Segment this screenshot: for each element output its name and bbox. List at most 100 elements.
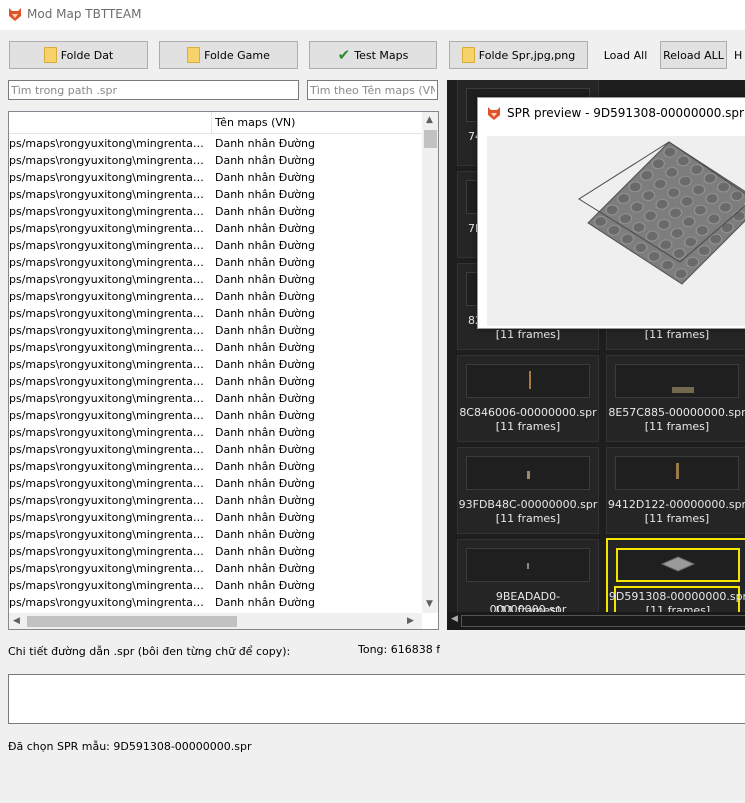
map-name-cell: Danh nhân Đường bbox=[215, 239, 315, 252]
spr-thumbnail-card[interactable]: 93FDB48C-00000000.spr [11 frames] bbox=[457, 447, 599, 534]
spr-path-cell: ps/maps\rongyuxitong\mingrentan... bbox=[9, 154, 209, 167]
map-name-cell: Danh nhân Đường bbox=[215, 324, 315, 337]
spr-path-cell: ps/maps\rongyuxitong\mingrentan... bbox=[9, 222, 209, 235]
list-row[interactable]: ps/maps\rongyuxitong\mingrentan... Danh n… bbox=[9, 203, 422, 220]
reload-all-label: Reload ALL bbox=[663, 48, 724, 62]
scroll-left-icon[interactable]: ◀ bbox=[451, 614, 458, 624]
spr-frame-count: [11 frames] bbox=[495, 512, 561, 525]
spr-path-cell: ps/maps\rongyuxitong\mingrentan... bbox=[9, 545, 209, 558]
list-row[interactable]: ps/maps\rongyuxitong\mingrentan... Danh n… bbox=[9, 526, 422, 543]
map-name-search-input[interactable] bbox=[307, 80, 438, 100]
list-row[interactable]: ps/maps\rongyuxitong\mingrentan... Danh n… bbox=[9, 169, 422, 186]
detail-path-textbox[interactable] bbox=[8, 674, 745, 724]
grid-horizontal-scrollbar[interactable]: ◀ bbox=[447, 612, 745, 630]
horizontal-scrollbar[interactable]: ◀ ▶ bbox=[9, 613, 422, 629]
folder-icon bbox=[43, 47, 57, 63]
column-divider[interactable] bbox=[211, 112, 212, 134]
list-row[interactable]: ps/maps\rongyuxitong\mingrentan... Danh n… bbox=[9, 339, 422, 356]
path-search-input[interactable] bbox=[8, 80, 299, 100]
scroll-right-icon[interactable]: ▶ bbox=[407, 616, 414, 626]
scrollbar-thumb[interactable] bbox=[27, 616, 237, 627]
spr-list[interactable]: Tên maps (VN) ps/maps\rongyuxitong\mingr… bbox=[8, 111, 439, 630]
list-row[interactable]: ps/maps\rongyuxitong\mingrentan... Danh n… bbox=[9, 560, 422, 577]
list-row[interactable]: ps/maps\rongyuxitong\mingrentan... Danh n… bbox=[9, 407, 422, 424]
map-name-cell: Danh nhân Đường bbox=[215, 494, 315, 507]
spr-path-cell: ps/maps\rongyuxitong\mingrentan... bbox=[9, 562, 209, 575]
list-row[interactable]: ps/maps\rongyuxitong\mingrentan... Danh n… bbox=[9, 135, 422, 152]
app-fox-icon bbox=[9, 8, 21, 21]
list-row[interactable]: ps/maps\rongyuxitong\mingrentan... Danh n… bbox=[9, 492, 422, 509]
map-name-cell: Danh nhân Đường bbox=[215, 358, 315, 371]
map-name-cell: Danh nhân Đường bbox=[215, 375, 315, 388]
map-name-cell: Danh nhân Đường bbox=[215, 579, 315, 592]
map-name-cell: Danh nhân Đường bbox=[215, 460, 315, 473]
list-row[interactable]: ps/maps\rongyuxitong\mingrentan... Danh n… bbox=[9, 373, 422, 390]
list-row[interactable]: ps/maps\rongyuxitong\mingrentan... Danh n… bbox=[9, 271, 422, 288]
test-maps-label: Test Maps bbox=[354, 48, 409, 62]
map-name-cell: Danh nhân Đường bbox=[215, 426, 315, 439]
column-header-map-name[interactable]: Tên maps (VN) bbox=[215, 116, 295, 129]
map-name-cell: Danh nhân Đường bbox=[215, 545, 315, 558]
map-name-cell: Danh nhân Đường bbox=[215, 273, 315, 286]
list-row[interactable]: ps/maps\rongyuxitong\mingrentan... Danh n… bbox=[9, 458, 422, 475]
scroll-down-icon[interactable]: ▼ bbox=[426, 599, 433, 609]
spr-preview-window[interactable]: SPR preview - 9D591308-00000000.spr bbox=[477, 97, 745, 329]
spr-thumbnail bbox=[466, 548, 590, 582]
spr-thumbnail bbox=[615, 456, 739, 490]
vertical-scrollbar[interactable]: ▲ ▼ bbox=[422, 112, 438, 613]
list-row[interactable]: ps/maps\rongyuxitong\mingrentan... Danh n… bbox=[9, 594, 422, 611]
folde-game-button[interactable]: Folde Game bbox=[159, 41, 298, 69]
spr-path-cell: ps/maps\rongyuxitong\mingrentan... bbox=[9, 171, 209, 184]
map-name-cell: Danh nhân Đường bbox=[215, 222, 315, 235]
list-row[interactable]: ps/maps\rongyuxitong\mingrentan... Danh n… bbox=[9, 305, 422, 322]
list-row[interactable]: ps/maps\rongyuxitong\mingrentan... Danh n… bbox=[9, 254, 422, 271]
spr-filename: 93FDB48C-00000000.spr bbox=[458, 498, 598, 511]
test-maps-button[interactable]: ✔ Test Maps bbox=[309, 41, 437, 69]
map-name-cell: Danh nhân Đường bbox=[215, 205, 315, 218]
list-row[interactable]: ps/maps\rongyuxitong\mingrentan... Danh n… bbox=[9, 322, 422, 339]
folde-dat-button[interactable]: Folde Dat bbox=[9, 41, 148, 69]
folder-icon bbox=[461, 47, 475, 63]
spr-frame-count: [11 frames] bbox=[495, 328, 561, 341]
list-row[interactable]: ps/maps\rongyuxitong\mingrentan... Danh n… bbox=[9, 288, 422, 305]
list-row[interactable]: ps/maps\rongyuxitong\mingrentan... Danh n… bbox=[9, 390, 422, 407]
list-row[interactable]: ps/maps\rongyuxitong\mingrentan... Danh n… bbox=[9, 152, 422, 169]
help-label: H bbox=[734, 48, 743, 62]
map-name-cell: Danh nhân Đường bbox=[215, 307, 315, 320]
list-row[interactable]: ps/maps\rongyuxitong\mingrentan... Danh n… bbox=[9, 237, 422, 254]
list-row[interactable]: ps/maps\rongyuxitong\mingrentan... Danh n… bbox=[9, 220, 422, 237]
list-row[interactable]: ps/maps\rongyuxitong\mingrentan... Danh n… bbox=[9, 356, 422, 373]
spr-path-cell: ps/maps\rongyuxitong\mingrentan... bbox=[9, 358, 209, 371]
list-row[interactable]: ps/maps\rongyuxitong\mingrentan... Danh n… bbox=[9, 577, 422, 594]
spr-path-cell: ps/maps\rongyuxitong\mingrentan... bbox=[9, 239, 209, 252]
list-row[interactable]: ps/maps\rongyuxitong\mingrentan... Danh n… bbox=[9, 543, 422, 560]
list-row[interactable]: ps/maps\rongyuxitong\mingrentan... Danh n… bbox=[9, 186, 422, 203]
spr-thumbnail-card[interactable]: 9412D122-00000000.spr [11 frames] bbox=[606, 447, 745, 534]
scroll-left-icon[interactable]: ◀ bbox=[13, 616, 20, 626]
scrollbar-thumb[interactable] bbox=[461, 615, 745, 627]
map-name-cell: Danh nhân Đường bbox=[215, 392, 315, 405]
map-name-cell: Danh nhân Đường bbox=[215, 562, 315, 575]
list-row[interactable]: ps/maps\rongyuxitong\mingrentan... Danh n… bbox=[9, 441, 422, 458]
scroll-up-icon[interactable]: ▲ bbox=[426, 115, 433, 125]
spr-frame-count: [11 frames] bbox=[644, 328, 710, 341]
reload-all-button[interactable]: Reload ALL bbox=[660, 41, 727, 69]
spr-thumbnail-card[interactable]: 8E57C885-00000000.spr [11 frames] bbox=[606, 355, 745, 442]
scrollbar-thumb[interactable] bbox=[424, 130, 437, 148]
map-name-cell: Danh nhân Đường bbox=[215, 596, 315, 609]
total-count-label: Tong: 616838 file bbox=[358, 643, 440, 656]
app-fox-icon bbox=[488, 107, 500, 120]
load-all-button[interactable]: Load All bbox=[598, 41, 653, 69]
spr-path-cell: ps/maps\rongyuxitong\mingrentan... bbox=[9, 290, 209, 303]
spr-thumbnail-card[interactable]: 8C846006-00000000.spr [11 frames] bbox=[457, 355, 599, 442]
list-row[interactable]: ps/maps\rongyuxitong\mingrentan... Danh n… bbox=[9, 509, 422, 526]
folde-spr-button[interactable]: Folde Spr,jpg,png bbox=[449, 41, 588, 69]
map-name-cell: Danh nhân Đường bbox=[215, 290, 315, 303]
spr-thumbnail bbox=[616, 548, 740, 582]
help-button[interactable]: H bbox=[734, 41, 745, 69]
folder-icon bbox=[187, 47, 201, 63]
spr-path-cell: ps/maps\rongyuxitong\mingrentan... bbox=[9, 477, 209, 490]
list-row[interactable]: ps/maps\rongyuxitong\mingrentan... Danh n… bbox=[9, 475, 422, 492]
list-row[interactable]: ps/maps\rongyuxitong\mingrentan... Danh n… bbox=[9, 424, 422, 441]
spr-path-cell: ps/maps\rongyuxitong\mingrentan... bbox=[9, 579, 209, 592]
